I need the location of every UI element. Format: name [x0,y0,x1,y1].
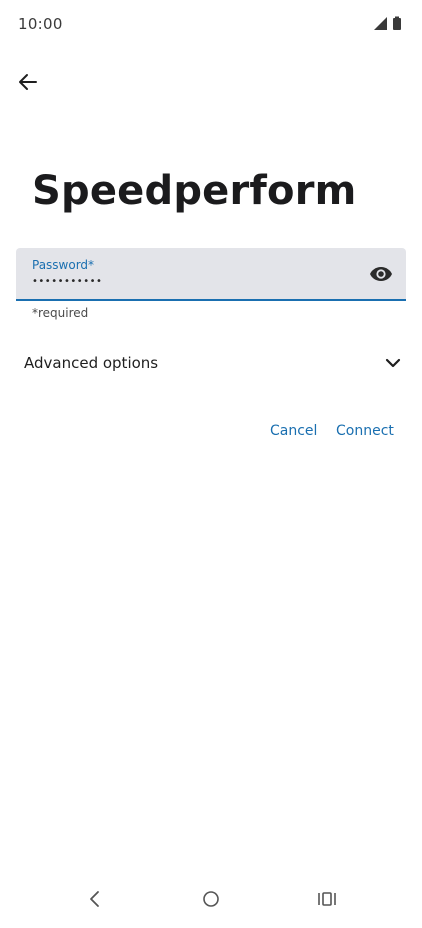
status-icons [374,16,406,32]
page-title: Speedperform [32,168,357,214]
navigation-bar [0,872,422,928]
nav-back-button[interactable] [80,884,110,914]
nav-home-icon [203,891,219,907]
password-field[interactable]: Password* ••••••••••• [16,248,406,301]
status-time: 10:00 [18,15,63,33]
chevron-down-icon [385,358,401,368]
nav-home-button[interactable] [196,884,226,914]
required-helper-text: *required [32,306,89,320]
status-bar: 10:00 [0,0,422,46]
nav-recents-icon [318,892,336,906]
password-field-label: Password* [32,258,95,272]
arrow-left-icon [19,74,37,90]
cancel-button[interactable]: Cancel [270,418,317,444]
advanced-options-row[interactable]: Advanced options [0,340,422,386]
signal-icon [374,17,387,30]
nav-recents-button[interactable] [312,884,342,914]
show-password-button[interactable] [368,262,394,286]
advanced-options-label: Advanced options [24,354,159,372]
eye-icon [370,267,392,281]
password-field-value[interactable]: ••••••••••• [32,276,102,287]
nav-back-icon [90,891,99,907]
connect-button[interactable]: Connect [336,418,394,444]
battery-icon [393,18,401,30]
wifi-password-screen: 10:00 Speedperform Password* •••••••••••… [0,0,422,928]
back-button[interactable] [14,68,42,96]
